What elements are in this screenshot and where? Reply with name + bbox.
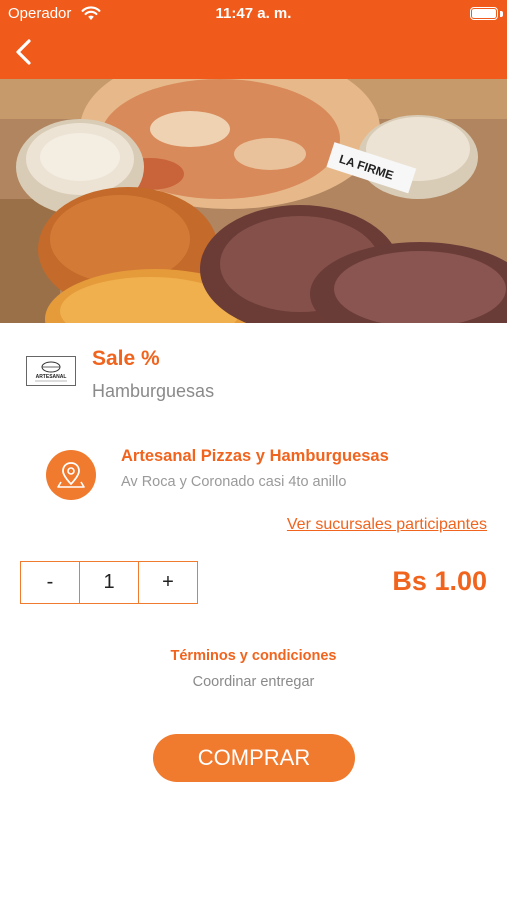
brand-logo: ARTESANAL <box>26 356 76 386</box>
product-photo: LA FIRME <box>0 79 507 323</box>
status-bar: Operador 11:47 a. m. <box>0 0 507 28</box>
back-button[interactable] <box>10 36 40 68</box>
terms-text: Coordinar entregar <box>192 674 315 690</box>
view-branches-link[interactable]: Ver sucursales participantes <box>287 516 487 534</box>
terms-title[interactable]: Términos y condiciones <box>0 648 507 664</box>
chevron-left-icon <box>16 39 31 65</box>
quantity-value: 1 <box>79 562 138 603</box>
brand-logo-text: ARTESANAL <box>35 374 67 380</box>
store-name: Artesanal Pizzas y Hamburguesas <box>121 447 389 465</box>
increment-button[interactable]: + <box>138 562 197 603</box>
decrement-button[interactable]: - <box>21 562 79 603</box>
quantity-stepper: - 1 + <box>20 561 198 604</box>
battery-nub <box>500 11 503 17</box>
battery-icon <box>470 7 498 20</box>
store-address: Av Roca y Coronado casi 4to anillo <box>121 474 347 490</box>
store-location-icon <box>46 450 96 500</box>
app-header: Operador 11:47 a. m. <box>0 0 507 79</box>
clock: 11:47 a. m. <box>215 5 292 22</box>
product-category: Hamburguesas <box>92 381 215 401</box>
price-label: Bs 1.00 <box>392 566 487 596</box>
product-title: Sale % <box>92 347 160 370</box>
buy-button[interactable]: COMPRAR <box>153 734 355 782</box>
